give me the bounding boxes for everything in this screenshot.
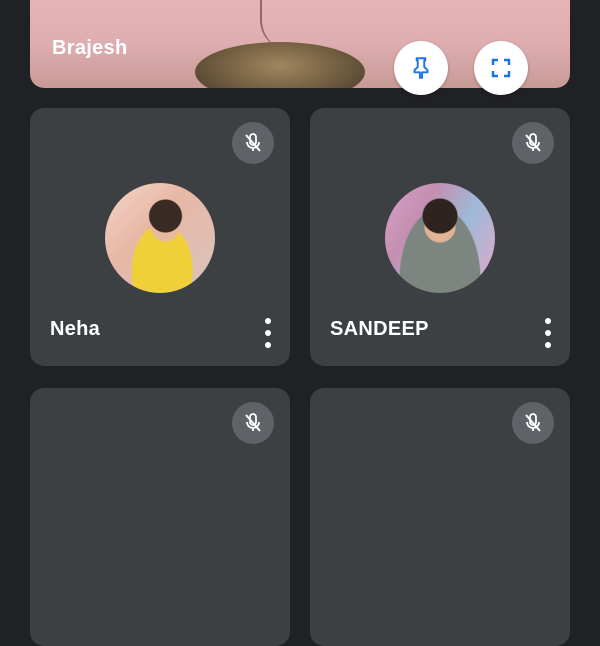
video-feed-object bbox=[195, 42, 365, 88]
participant-tile[interactable] bbox=[310, 388, 570, 646]
more-vert-icon bbox=[545, 318, 551, 324]
avatar bbox=[105, 183, 215, 293]
more-options-button[interactable] bbox=[538, 316, 558, 350]
fullscreen-button[interactable] bbox=[474, 41, 528, 95]
fullscreen-icon bbox=[491, 58, 511, 78]
participant-name: SANDEEP bbox=[330, 318, 429, 340]
participant-name: Brajesh bbox=[52, 37, 128, 59]
pin-button[interactable] bbox=[394, 41, 448, 95]
pin-icon bbox=[413, 57, 429, 79]
mic-off-badge bbox=[512, 122, 554, 164]
more-options-button[interactable] bbox=[258, 316, 278, 350]
participant-tile-sandeep[interactable]: SANDEEP bbox=[310, 108, 570, 366]
mic-off-icon bbox=[525, 413, 541, 432]
mic-off-icon bbox=[525, 133, 541, 152]
participant-tile[interactable] bbox=[30, 388, 290, 646]
mic-off-badge bbox=[232, 402, 274, 444]
more-vert-icon bbox=[265, 318, 271, 324]
mic-off-badge bbox=[512, 402, 554, 444]
mic-off-icon bbox=[245, 133, 261, 152]
participant-tile-neha[interactable]: Neha bbox=[30, 108, 290, 366]
mic-off-icon bbox=[245, 413, 261, 432]
mic-off-badge bbox=[232, 122, 274, 164]
participant-name: Neha bbox=[50, 318, 101, 340]
avatar bbox=[385, 183, 495, 293]
